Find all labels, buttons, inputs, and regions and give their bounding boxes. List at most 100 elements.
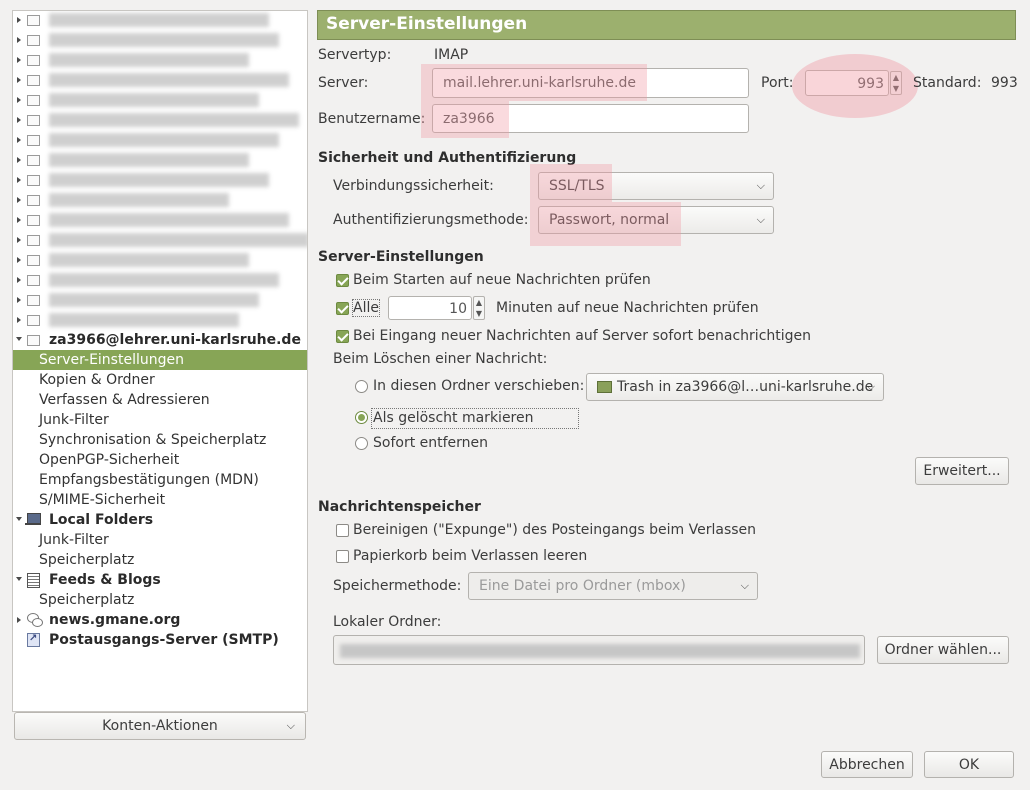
feeds-row[interactable]: Feeds & Blogs	[13, 570, 307, 590]
mark-deleted-radio[interactable]	[355, 411, 368, 424]
collapse-arrow-icon[interactable]	[17, 297, 21, 303]
storage-method-label: Speichermethode:	[333, 578, 462, 594]
redacted-account-row[interactable]	[13, 210, 307, 230]
sidebar-item-label: Synchronisation & Speicherplatz	[39, 432, 267, 448]
redacted-text	[49, 113, 299, 127]
smtp-row[interactable]: ↗ Postausgangs-Server (SMTP)	[13, 630, 307, 650]
sidebar-item-local-junk[interactable]: Junk-Filter	[13, 530, 307, 550]
collapse-arrow-icon[interactable]	[17, 177, 21, 183]
collapse-arrow-icon[interactable]	[17, 277, 21, 283]
collapse-arrow-icon[interactable]	[17, 237, 21, 243]
expand-arrow-icon[interactable]	[16, 577, 22, 581]
local-folders-label: Local Folders	[49, 512, 154, 528]
redacted-account-row[interactable]	[13, 110, 307, 130]
collapse-arrow-icon[interactable]	[17, 57, 21, 63]
storage-method-value: Eine Datei pro Ordner (mbox)	[479, 578, 686, 594]
expand-arrow-icon[interactable]	[16, 517, 22, 521]
mail-account-icon	[27, 275, 40, 286]
redacted-account-row[interactable]	[13, 170, 307, 190]
notify-checkbox[interactable]	[336, 330, 349, 343]
redacted-text	[49, 293, 259, 307]
storage-method-select[interactable]: Eine Datei pro Ordner (mbox) ⌵	[468, 572, 758, 600]
sidebar-item-label: Junk-Filter	[39, 532, 109, 548]
redacted-account-row[interactable]	[13, 230, 307, 250]
collapse-arrow-icon[interactable]	[17, 157, 21, 163]
collapse-arrow-icon[interactable]	[17, 197, 21, 203]
account-tree[interactable]: za3966@lehrer.uni-karlsruhe.de Server-Ei…	[12, 10, 308, 712]
redacted-account-row[interactable]	[13, 150, 307, 170]
news-row[interactable]: news.gmane.org	[13, 610, 307, 630]
redacted-account-row[interactable]	[13, 190, 307, 210]
local-folder-input[interactable]	[333, 635, 865, 665]
collapse-arrow-icon[interactable]	[17, 617, 21, 623]
collapse-arrow-icon[interactable]	[17, 97, 21, 103]
redacted-account-row[interactable]	[13, 70, 307, 90]
check-on-startup-checkbox[interactable]	[336, 274, 349, 287]
check-interval-input[interactable]: 10	[388, 296, 472, 320]
page-header: Server-Einstellungen	[317, 10, 1016, 40]
account-row[interactable]: za3966@lehrer.uni-karlsruhe.de	[13, 330, 307, 350]
empty-trash-label: Papierkorb beim Verlassen leeren	[353, 548, 588, 564]
redacted-account-row[interactable]	[13, 270, 307, 290]
sidebar-item-mdn[interactable]: Empfangsbestätigungen (MDN)	[13, 470, 307, 490]
collapse-arrow-icon[interactable]	[17, 37, 21, 43]
port-label: Port:	[761, 75, 794, 91]
check-on-startup-label: Beim Starten auf neue Nachrichten prüfen	[353, 272, 651, 288]
sidebar-item-local-storage[interactable]: Speicherplatz	[13, 550, 307, 570]
mail-account-icon	[27, 15, 40, 26]
redacted-account-row[interactable]	[13, 130, 307, 150]
username-label: Benutzername:	[318, 111, 426, 127]
collapse-arrow-icon[interactable]	[17, 117, 21, 123]
sidebar-item-smime[interactable]: S/MIME-Sicherheit	[13, 490, 307, 510]
local-folders-row[interactable]: Local Folders	[13, 510, 307, 530]
blurred-path	[340, 644, 860, 658]
redacted-account-row[interactable]	[13, 90, 307, 110]
check-interval-spinner[interactable]: ▲ ▼	[473, 296, 485, 320]
redacted-account-row[interactable]	[13, 290, 307, 310]
ok-button[interactable]: OK	[924, 751, 1014, 778]
redacted-text	[49, 273, 279, 287]
collapse-arrow-icon[interactable]	[17, 77, 21, 83]
sidebar-item-label: Junk-Filter	[39, 412, 109, 428]
sidebar-item-feeds-storage[interactable]: Speicherplatz	[13, 590, 307, 610]
expand-arrow-icon[interactable]	[16, 337, 22, 341]
chevron-down-icon: ⌵	[756, 179, 765, 192]
redacted-text	[49, 133, 279, 147]
sidebar-item-openpgp[interactable]: OpenPGP-Sicherheit	[13, 450, 307, 470]
mail-account-icon	[27, 95, 40, 106]
highlight-marker	[792, 54, 918, 118]
sidebar-item-composition[interactable]: Verfassen & Adressieren	[13, 390, 307, 410]
mail-account-icon	[27, 235, 40, 246]
redacted-text	[49, 253, 249, 267]
remove-immediately-radio[interactable]	[355, 437, 368, 450]
highlight-marker	[421, 64, 647, 101]
trash-folder-select[interactable]: Trash in za3966@l…uni-karlsruhe.de ⌵	[586, 373, 884, 401]
collapse-arrow-icon[interactable]	[17, 17, 21, 23]
collapse-arrow-icon[interactable]	[17, 257, 21, 263]
mail-account-icon	[27, 115, 40, 126]
advanced-button[interactable]: Erweitert...	[915, 457, 1009, 485]
choose-folder-button[interactable]: Ordner wählen...	[877, 636, 1009, 664]
expunge-checkbox[interactable]	[336, 524, 349, 537]
sidebar-item-server-settings[interactable]: Server-Einstellungen	[13, 350, 307, 370]
collapse-arrow-icon[interactable]	[17, 217, 21, 223]
account-actions-button[interactable]: Konten-Aktionen ⌵	[14, 712, 306, 740]
redacted-account-row[interactable]	[13, 30, 307, 50]
highlight-marker	[421, 101, 509, 138]
sidebar-item-copies-folders[interactable]: Kopien & Ordner	[13, 370, 307, 390]
chevron-down-icon: ⌵	[286, 719, 295, 732]
account-label: za3966@lehrer.uni-karlsruhe.de	[49, 332, 301, 348]
collapse-arrow-icon[interactable]	[17, 317, 21, 323]
move-to-folder-radio[interactable]	[355, 380, 368, 393]
collapse-arrow-icon[interactable]	[17, 137, 21, 143]
redacted-account-row[interactable]	[13, 11, 307, 30]
cancel-button[interactable]: Abbrechen	[821, 751, 913, 778]
redacted-account-row[interactable]	[13, 250, 307, 270]
empty-trash-checkbox[interactable]	[336, 550, 349, 563]
check-every-checkbox[interactable]	[336, 302, 349, 315]
sidebar-item-sync[interactable]: Synchronisation & Speicherplatz	[13, 430, 307, 450]
redacted-account-row[interactable]	[13, 310, 307, 330]
connection-security-label: Verbindungssicherheit:	[333, 178, 494, 194]
sidebar-item-junk[interactable]: Junk-Filter	[13, 410, 307, 430]
redacted-account-row[interactable]	[13, 50, 307, 70]
